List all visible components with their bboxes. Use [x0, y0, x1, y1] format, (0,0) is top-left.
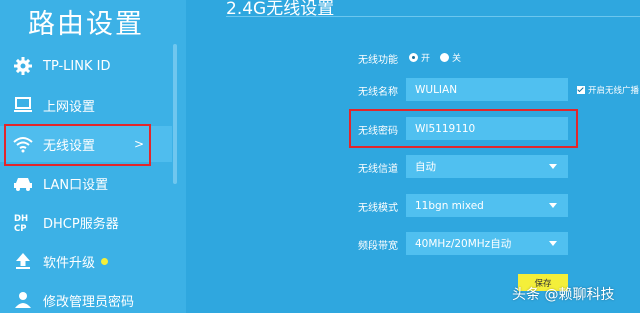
password-label: 无线密码 [358, 126, 398, 137]
mode-label: 无线模式 [358, 203, 398, 214]
wireless-enable-label: 无线功能 [358, 55, 398, 66]
sidebar-item-label: 软件升级 [43, 255, 96, 271]
sidebar-item-tplink-id[interactable]: TP-LINK ID [0, 48, 172, 84]
sidebar-scrollbar[interactable] [173, 44, 177, 184]
ssid-value: WULIAN [415, 83, 458, 96]
bandwidth-label: 频段带宽 [358, 241, 398, 252]
monitor-icon [12, 95, 34, 115]
ssid-label: 无线名称 [358, 87, 398, 98]
sidebar-title: 路由设置 [28, 9, 144, 40]
dhcp-icon: DH CP [12, 212, 34, 232]
sidebar-item-lan[interactable]: LAN口设置 [0, 165, 172, 201]
sidebar-item-label: TP-LINK ID [43, 58, 111, 74]
chevron-down-icon [549, 164, 557, 169]
password-value: WI5119110 [415, 122, 476, 135]
sidebar-item-admin-password[interactable]: 修改管理员密码 [0, 282, 172, 313]
car-icon [12, 173, 34, 193]
chevron-down-icon [549, 203, 557, 208]
password-input[interactable]: WI5119110 [406, 117, 568, 140]
sidebar-item-dhcp[interactable]: DH CP DHCP服务器 [0, 204, 172, 240]
broadcast-label: 开启无线广播 [588, 86, 640, 96]
broadcast-checkbox[interactable] [577, 86, 585, 94]
mode-value: 11bgn mixed [415, 199, 484, 212]
channel-value: 自动 [415, 161, 436, 173]
sidebar-item-label: 上网设置 [43, 99, 96, 115]
person-icon [12, 290, 34, 310]
sidebar-item-internet[interactable]: 上网设置 [0, 87, 172, 123]
wireless-enable-radio-group: 开 关 [409, 51, 461, 64]
wireless-item-highlight [4, 124, 151, 166]
wireless-on-radio[interactable] [409, 53, 418, 62]
broadcast-option: 开启无线广播 [577, 84, 639, 96]
watermark: 头条 @赖聊科技 [512, 287, 615, 303]
wireless-off-radio[interactable] [440, 53, 450, 62]
mode-select[interactable]: 11bgn mixed [406, 194, 568, 217]
sidebar-item-label: LAN口设置 [43, 177, 109, 193]
update-dot [101, 257, 109, 265]
section-divider [226, 16, 640, 17]
channel-label: 无线信道 [358, 164, 398, 175]
sidebar-item-upgrade[interactable]: 软件升级 [0, 243, 172, 279]
wireless-on-label: 开 [421, 54, 431, 64]
chevron-down-icon [549, 241, 557, 246]
sidebar-item-label: DHCP服务器 [43, 216, 119, 232]
svg-text:DH: DH [14, 214, 28, 224]
channel-select[interactable]: 自动 [406, 155, 568, 178]
ssid-input[interactable]: WULIAN [406, 78, 568, 101]
sidebar-item-label: 修改管理员密码 [43, 294, 135, 310]
bandwidth-value: 40MHz/20MHz自动 [415, 238, 512, 250]
gear-icon [12, 56, 34, 76]
wireless-off-label: 关 [452, 54, 462, 64]
bandwidth-select[interactable]: 40MHz/20MHz自动 [406, 232, 568, 255]
upload-icon [12, 251, 34, 271]
svg-text:CP: CP [14, 224, 26, 232]
